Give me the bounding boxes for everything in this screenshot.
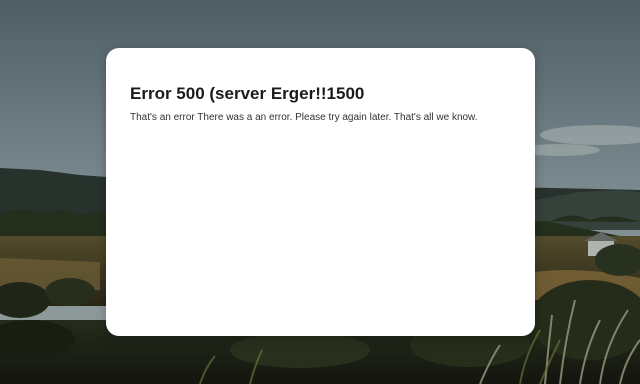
- error-dialog: Error 500 (server Erger!!1500 That's an …: [106, 48, 535, 336]
- error-title: Error 500 (server Erger!!1500: [130, 84, 365, 103]
- error-message: That's an error There was a an error. Pl…: [130, 112, 478, 123]
